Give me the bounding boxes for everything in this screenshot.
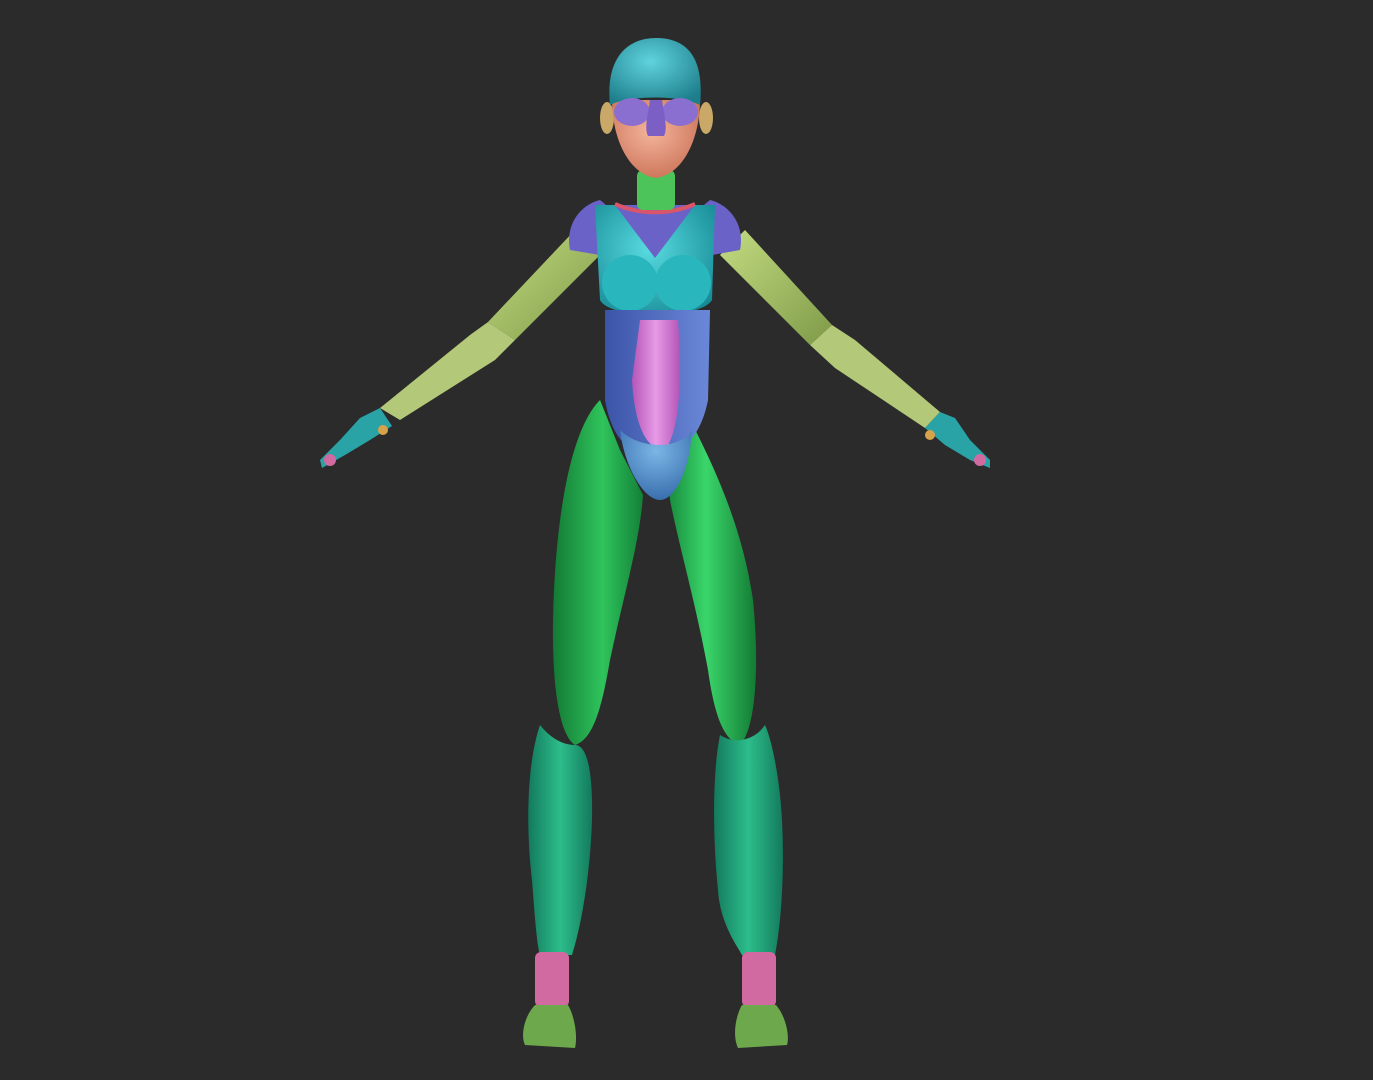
right-ankle <box>742 952 776 1007</box>
left-arm <box>320 230 600 468</box>
right-shin <box>714 725 783 955</box>
right-leg <box>665 400 788 1048</box>
left-breast <box>602 255 658 311</box>
right-fingertips <box>974 454 986 466</box>
left-ankle <box>535 952 569 1007</box>
left-forearm <box>380 322 515 420</box>
right-thumb-tip <box>925 430 935 440</box>
nose <box>646 100 666 136</box>
left-eye-mask <box>614 98 650 126</box>
head <box>600 38 713 178</box>
head-cap <box>609 38 701 105</box>
right-eye-mask <box>662 98 698 126</box>
right-breast <box>655 255 711 311</box>
character-model <box>320 38 990 1048</box>
right-forearm <box>810 325 940 428</box>
left-ear <box>600 102 614 134</box>
left-shin <box>528 725 593 955</box>
right-foot <box>735 1005 788 1048</box>
3d-viewport[interactable] <box>0 0 1373 1080</box>
left-fingertips <box>324 454 336 466</box>
left-leg <box>523 400 643 1048</box>
left-foot <box>523 1005 577 1048</box>
left-thumb-tip <box>378 425 388 435</box>
right-ear <box>699 102 713 134</box>
right-arm <box>720 230 990 468</box>
